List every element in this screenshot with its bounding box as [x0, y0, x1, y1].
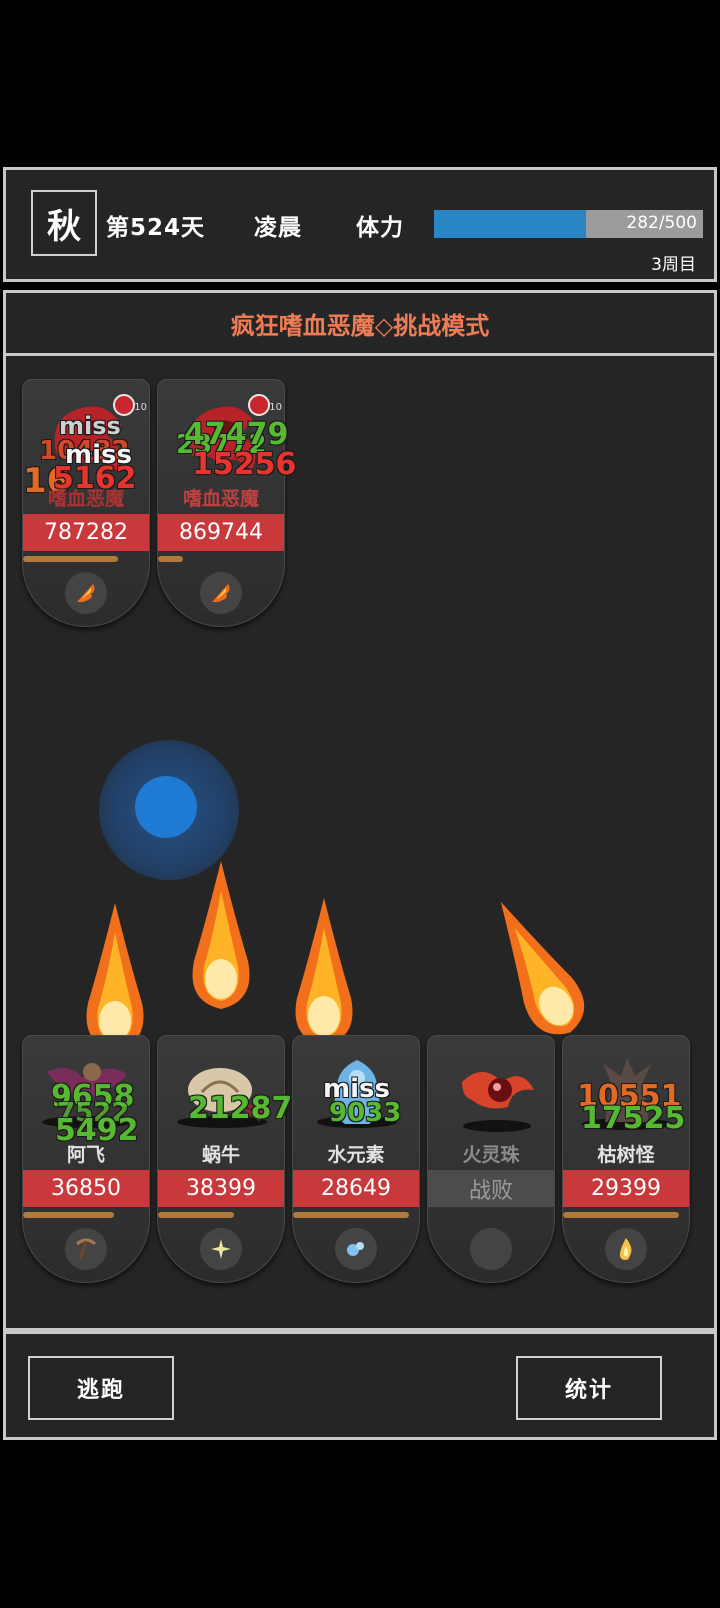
hp-value: 787282 — [44, 520, 128, 545]
flame-icon[interactable] — [605, 1228, 647, 1270]
floating-damage: 15256 — [192, 447, 297, 482]
stamina-bar: 282/500 — [434, 210, 703, 238]
mp-bar — [158, 556, 184, 562]
fireball-effect — [192, 861, 250, 1009]
flee-button[interactable]: 逃跑 — [28, 1356, 174, 1420]
ally-name: 枯树怪 — [597, 1144, 655, 1166]
mp-bar — [563, 1212, 679, 1218]
virtual-joystick[interactable] — [99, 740, 239, 880]
floating-damage: 47479 — [184, 417, 289, 452]
hp-value: 29399 — [591, 1176, 661, 1201]
hp-bar: 28649 — [293, 1170, 419, 1207]
mp-bar — [158, 1212, 234, 1218]
enemy-card[interactable]: 10 miss 10482 miss 16 5162 嗜血恶魔 787282 — [22, 379, 150, 627]
hp-value: 38399 — [186, 1176, 256, 1201]
enemy-card[interactable]: 10 23772 47479 15256 嗜血恶魔 869744 — [157, 379, 296, 627]
stamina-fill — [434, 210, 586, 238]
fireball-effect — [500, 901, 585, 1035]
ally-name: 蜗牛 — [201, 1144, 240, 1166]
battle-title: 疯狂嗜血恶魔◇挑战模式 — [6, 293, 714, 356]
joystick-knob[interactable] — [135, 776, 197, 838]
hp-bar: 战败 — [428, 1170, 554, 1207]
battle-panel: 疯狂嗜血恶魔◇挑战模式 10 miss 10482 miss 16 5162 嗜… — [3, 290, 717, 1331]
round-counter: 3周目 — [651, 255, 696, 275]
stamina-label: 体力 — [356, 215, 404, 241]
hp-value: 36850 — [51, 1176, 121, 1201]
hp-bar: 38399 — [158, 1170, 284, 1207]
fire-orb-sprite — [462, 1072, 534, 1132]
mp-bar — [23, 1212, 114, 1218]
buff-badge-icon — [248, 394, 270, 416]
day-counter: 第524天 — [106, 215, 206, 241]
action-panel: 逃跑 统计 — [3, 1331, 717, 1440]
buff-count: 10 — [269, 402, 282, 413]
hp-bar: 29399 — [563, 1170, 689, 1207]
ally-card[interactable]: 火灵珠 战败 — [427, 1035, 555, 1283]
stamina-text: 282/500 — [626, 213, 697, 233]
empty-skill-icon — [470, 1228, 512, 1270]
fire-slash-icon[interactable] — [200, 572, 242, 614]
ally-card[interactable]: 21287 蜗牛 38399 — [157, 1035, 292, 1283]
mp-bar — [23, 556, 118, 562]
time-of-day: 凌晨 — [254, 215, 302, 241]
stats-button[interactable]: 统计 — [516, 1356, 662, 1420]
defeated-label: 战败 — [468, 1178, 513, 1204]
floating-damage: 21287 — [188, 1091, 293, 1126]
hp-bar: 36850 — [23, 1170, 149, 1207]
hp-bar: 869744 — [158, 514, 284, 551]
status-panel: 秋 第524天 凌晨 体力 282/500 3周目 — [3, 167, 717, 282]
ally-card[interactable]: miss 9033 水元素 28649 — [292, 1035, 420, 1283]
fire-slash-icon[interactable] — [65, 572, 107, 614]
ally-card[interactable]: 10551 17525 枯树怪 29399 — [562, 1035, 690, 1283]
enemy-name: 嗜血恶魔 — [182, 488, 259, 510]
water-icon[interactable] — [335, 1228, 377, 1270]
hp-value: 28649 — [321, 1176, 391, 1201]
floating-damage: 17525 — [581, 1101, 686, 1136]
buff-count: 10 — [134, 402, 147, 413]
floating-damage: miss — [59, 412, 121, 440]
floating-damage: 9033 — [329, 1098, 402, 1128]
hp-bar: 787282 — [23, 514, 149, 551]
fireball-effect — [295, 898, 353, 1046]
pickaxe-icon[interactable] — [65, 1228, 107, 1270]
ally-name: 水元素 — [327, 1144, 385, 1166]
ally-name: 火灵珠 — [462, 1144, 520, 1166]
season-badge: 秋 — [31, 190, 97, 256]
ally-name: 阿飞 — [66, 1144, 105, 1166]
hp-value: 869744 — [179, 520, 263, 545]
mp-bar — [293, 1212, 409, 1218]
fireball-effect — [86, 903, 144, 1051]
enemy-name: 嗜血恶魔 — [47, 488, 124, 510]
ally-card[interactable]: 9658 7522 5492 阿飞 36850 — [22, 1035, 150, 1283]
sparkle-icon[interactable] — [200, 1228, 242, 1270]
